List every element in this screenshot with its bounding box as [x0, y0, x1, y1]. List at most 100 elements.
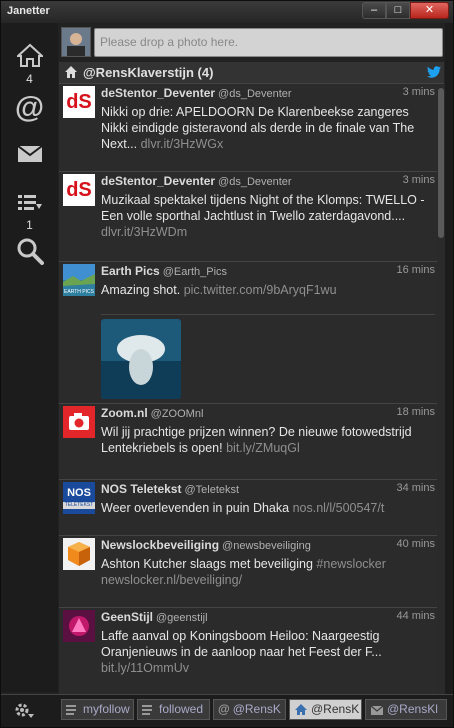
nav-search[interactable]: [1, 237, 58, 270]
destentor-logo: dS: [63, 174, 95, 206]
tweet-handle: @ds_Deventer: [218, 176, 292, 188]
tweet-link[interactable]: dlvr.it/3HzWDm: [101, 225, 187, 239]
tweet-time: 34 mins: [396, 482, 435, 494]
tweet-text: Nikki op drie: APELDOORN De Klarenbeekse…: [101, 105, 415, 151]
home-count: 4: [26, 72, 33, 86]
tweet-author[interactable]: Earth Pics @Earth_Pics: [101, 264, 227, 278]
tweet-text: Amazing shot. pic.twitter.com/9bAryqF1wu: [101, 283, 337, 297]
tweet-avatar[interactable]: [63, 610, 95, 642]
destentor-logo: dS: [63, 86, 95, 118]
at-icon: @: [14, 91, 45, 124]
tweet-link[interactable]: dlvr.it/3HzWGx: [141, 137, 224, 151]
tweet-avatar[interactable]: EARTH PICS: [63, 264, 95, 296]
list-icon: [17, 195, 42, 210]
tweet-time: 3 mins: [402, 86, 435, 98]
column-title: @RensKlaverstijn (4): [83, 65, 214, 80]
tweet-text: Laffe aanval op Koningsboom Heiloo: Naar…: [101, 629, 382, 675]
tweet-link[interactable]: pic.twitter.com/9bAryqF1wu: [184, 283, 337, 297]
tweet-item[interactable]: Newslockbeveiliging @newsbeveiliging 40 m…: [59, 536, 437, 608]
tab-myfollow[interactable]: myfollow: [61, 699, 134, 720]
geenstijl-logo: [63, 610, 95, 642]
scrollbar-thumb[interactable]: [438, 88, 444, 238]
tab-messages[interactable]: @RensKl: [365, 699, 447, 720]
envelope-icon: [16, 145, 43, 162]
tweet-handle: @ZOOMnl: [150, 408, 204, 420]
nav-home[interactable]: 4: [1, 43, 58, 86]
tweet-link[interactable]: newslocker.nl/beveiliging/: [101, 573, 242, 587]
camera-icon: [63, 406, 95, 438]
tweet-link[interactable]: bit.ly/11OmmUv: [101, 661, 189, 675]
tweet-time: 44 mins: [396, 610, 435, 622]
tab-mentions[interactable]: @ @RensK: [213, 699, 286, 720]
nav-lists[interactable]: 1: [1, 193, 58, 232]
tweet-item[interactable]: EARTH PICS Earth Pics @Earth_Pics 16 mins…: [59, 262, 437, 404]
earth-pics-text: EARTH PICS: [64, 289, 95, 295]
tweet-author[interactable]: Newslockbeveiliging @newsbeveiliging: [101, 538, 311, 552]
right-edge: [445, 23, 453, 694]
home-icon: [295, 704, 307, 715]
envelope-icon: [370, 705, 384, 715]
tweet-author[interactable]: deStentor_Deventer @ds_Deventer: [101, 174, 292, 188]
tweet-text: Weer overlevenden in puin Dhaka nos.nl/l…: [101, 501, 385, 515]
nav-mentions[interactable]: @: [1, 93, 58, 123]
tweet-item[interactable]: dS deStentor_Deventer @ds_Deventer 3 mins…: [59, 84, 437, 172]
tweet-text: Ashton Kutcher slaags met beveiliging #n…: [101, 557, 386, 587]
feed-scrollbar[interactable]: [437, 84, 445, 694]
tweet-photo[interactable]: [101, 319, 181, 399]
tweet-hashtag[interactable]: #newslocker: [316, 557, 385, 571]
list-icon: [142, 705, 152, 715]
user-avatar[interactable]: [61, 27, 91, 57]
tweet-handle: @geenstijl: [156, 612, 208, 624]
settings-gear-icon[interactable]: [13, 700, 35, 720]
twitter-bird-icon: [427, 66, 441, 78]
tweet-author[interactable]: Zoom.nl @ZOOMnl: [101, 406, 203, 420]
tweet-time: 18 mins: [396, 406, 435, 418]
app-title: Janetter: [7, 5, 50, 17]
column-header: @RensKlaverstijn (4): [59, 62, 444, 84]
tweet-text: Muzikaal spektakel tijdens Night of the …: [101, 193, 425, 239]
photo-drop-input[interactable]: Please drop a photo here.: [94, 28, 443, 57]
tab-followed[interactable]: followed: [137, 699, 210, 720]
tweet-author[interactable]: NOS Teletekst @Teletekst: [101, 482, 239, 496]
close-button[interactable]: ✕: [410, 2, 449, 19]
app-window: Janetter – □ ✕ 4 @ 1 Please drop a photo…: [0, 0, 454, 728]
tweet-item[interactable]: GeenStijl @geenstijl 44 mins Laffe aanval…: [59, 608, 437, 694]
media-divider: [101, 314, 435, 315]
tweet-item[interactable]: NOS TELETEKST NOS Teletekst @Teletekst 34…: [59, 480, 437, 536]
earth-pics-logo: EARTH PICS: [63, 264, 95, 296]
tweet-author[interactable]: deStentor_Deventer @ds_Deventer: [101, 86, 292, 100]
maximize-button[interactable]: □: [386, 2, 410, 19]
tweet-handle: @newsbeveiliging: [222, 540, 311, 552]
tweet-text: Wil jij prachtige prijzen winnen? De nie…: [101, 425, 412, 455]
search-icon: [17, 238, 44, 265]
tweet-avatar[interactable]: dS: [63, 86, 95, 118]
minimize-button[interactable]: –: [362, 2, 386, 19]
tab-home[interactable]: @RensK: [289, 699, 362, 720]
tweet-handle: @ds_Deventer: [218, 88, 292, 100]
title-bar[interactable]: Janetter – □ ✕: [1, 1, 453, 23]
tweet-time: 16 mins: [396, 264, 435, 276]
tweet-link[interactable]: nos.nl/l/500547/t: [293, 501, 385, 515]
tweet-time: 3 mins: [402, 174, 435, 186]
at-icon: @: [218, 702, 230, 716]
tweet-avatar[interactable]: dS: [63, 174, 95, 206]
tweet-item[interactable]: Zoom.nl @ZOOMnl 18 mins Wil jij prachtige…: [59, 404, 437, 480]
tweet-avatar[interactable]: [63, 538, 95, 570]
tweet-handle: @Teletekst: [184, 484, 240, 496]
list-icon: [66, 705, 76, 715]
tweet-avatar[interactable]: [63, 406, 95, 438]
home-icon: [14, 43, 45, 67]
lists-count: 1: [26, 218, 33, 232]
tweet-author[interactable]: GeenStijl @geenstijl: [101, 610, 208, 624]
bottom-bar: myfollow followed @ @RensK @RensK @RensKl: [1, 694, 453, 727]
tweet-feed[interactable]: dS deStentor_Deventer @ds_Deventer 3 mins…: [59, 84, 437, 694]
nav-messages[interactable]: [1, 145, 58, 168]
tweet-link[interactable]: bit.ly/ZMuqGl: [226, 441, 300, 455]
newslock-cube-icon: [63, 538, 95, 570]
home-icon: [65, 66, 77, 78]
tweet-handle: @Earth_Pics: [162, 266, 228, 278]
tweet-avatar[interactable]: NOS TELETEKST: [63, 482, 95, 514]
tweet-item[interactable]: dS deStentor_Deventer @ds_Deventer 3 mins…: [59, 172, 437, 262]
nos-logo: NOS TELETEKST: [63, 487, 95, 509]
left-nav: 4 @ 1: [1, 23, 58, 692]
